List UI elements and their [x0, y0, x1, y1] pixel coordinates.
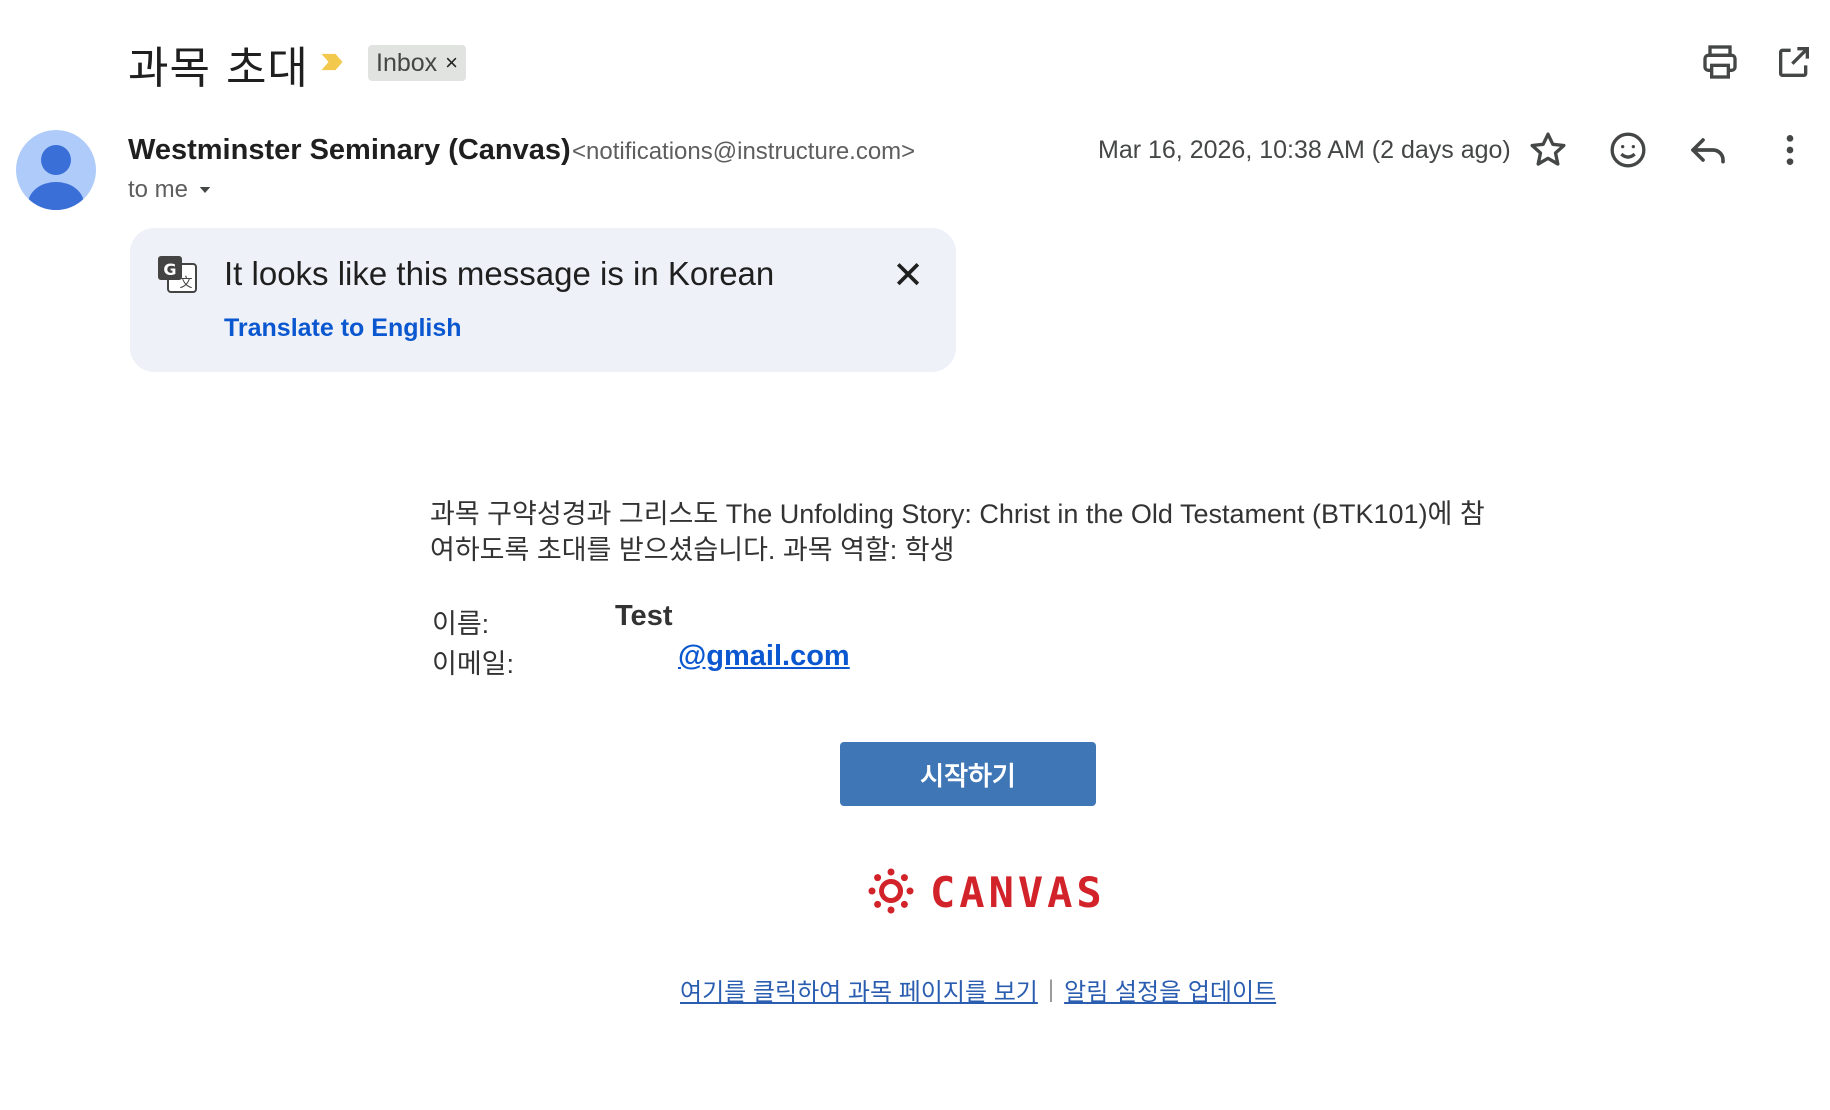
emoji-reaction-icon[interactable] — [1608, 130, 1648, 170]
canvas-logo-icon — [868, 868, 914, 914]
recipient-label: to me — [128, 176, 189, 203]
recipient-details[interactable]: to me — [128, 176, 214, 204]
translate-banner — [130, 228, 956, 372]
message-timestamp: Mar 16, 2026, 10:38 AM (2 days ago) — [1098, 136, 1511, 164]
dropdown-arrow-icon[interactable] — [196, 181, 214, 199]
translate-banner-title: It looks like this message is in Korean — [224, 255, 775, 292]
get-started-button[interactable]: 시작하기 — [840, 742, 1096, 806]
footer-links: 여기를 클릭하여 과목 페이지를 보기 | 알림 설정을 업데이트 — [680, 972, 1276, 1007]
default-avatar-icon[interactable] — [16, 130, 96, 210]
star-icon[interactable] — [1528, 130, 1568, 170]
sender-email: <notifications@instructure.com> — [572, 138, 916, 165]
svg-text:G: G — [163, 260, 176, 279]
translate-icon: G 文 — [158, 256, 197, 293]
svg-text:文: 文 — [179, 276, 192, 291]
invitation-text: 과목 구약성경과 그리스도 The Unfolding Story: Chris… — [430, 499, 1485, 565]
translate-to-english-link[interactable]: Translate to English — [224, 314, 462, 343]
name-value: Test — [615, 600, 673, 632]
sender-name[interactable]: Westminster Seminary (Canvas) — [128, 134, 571, 167]
reply-icon[interactable] — [1688, 130, 1728, 170]
remove-label-button[interactable]: × — [445, 50, 458, 76]
name-label: 이름: — [432, 609, 490, 639]
canvas-brand-text: CANVAS — [930, 868, 1106, 917]
update-notification-settings-link[interactable]: 알림 설정을 업데이트 — [1064, 972, 1276, 1007]
footer-separator: | — [1047, 975, 1055, 1003]
print-icon[interactable] — [1700, 42, 1740, 82]
inbox-label-chip[interactable]: Inbox × — [368, 45, 467, 81]
email-label: 이메일: — [432, 649, 515, 679]
email-value-link[interactable]: @gmail.com — [678, 640, 850, 673]
inbox-label-text: Inbox — [376, 48, 438, 77]
open-in-new-window-icon[interactable] — [1774, 42, 1814, 82]
close-icon[interactable]: ✕ — [888, 256, 928, 296]
more-vertical-icon[interactable] — [1770, 130, 1810, 170]
importance-marker-icon[interactable] — [318, 48, 346, 76]
view-course-page-link[interactable]: 여기를 클릭하여 과목 페이지를 보기 — [680, 972, 1038, 1007]
email-subject: 과목 초대 — [128, 43, 309, 94]
